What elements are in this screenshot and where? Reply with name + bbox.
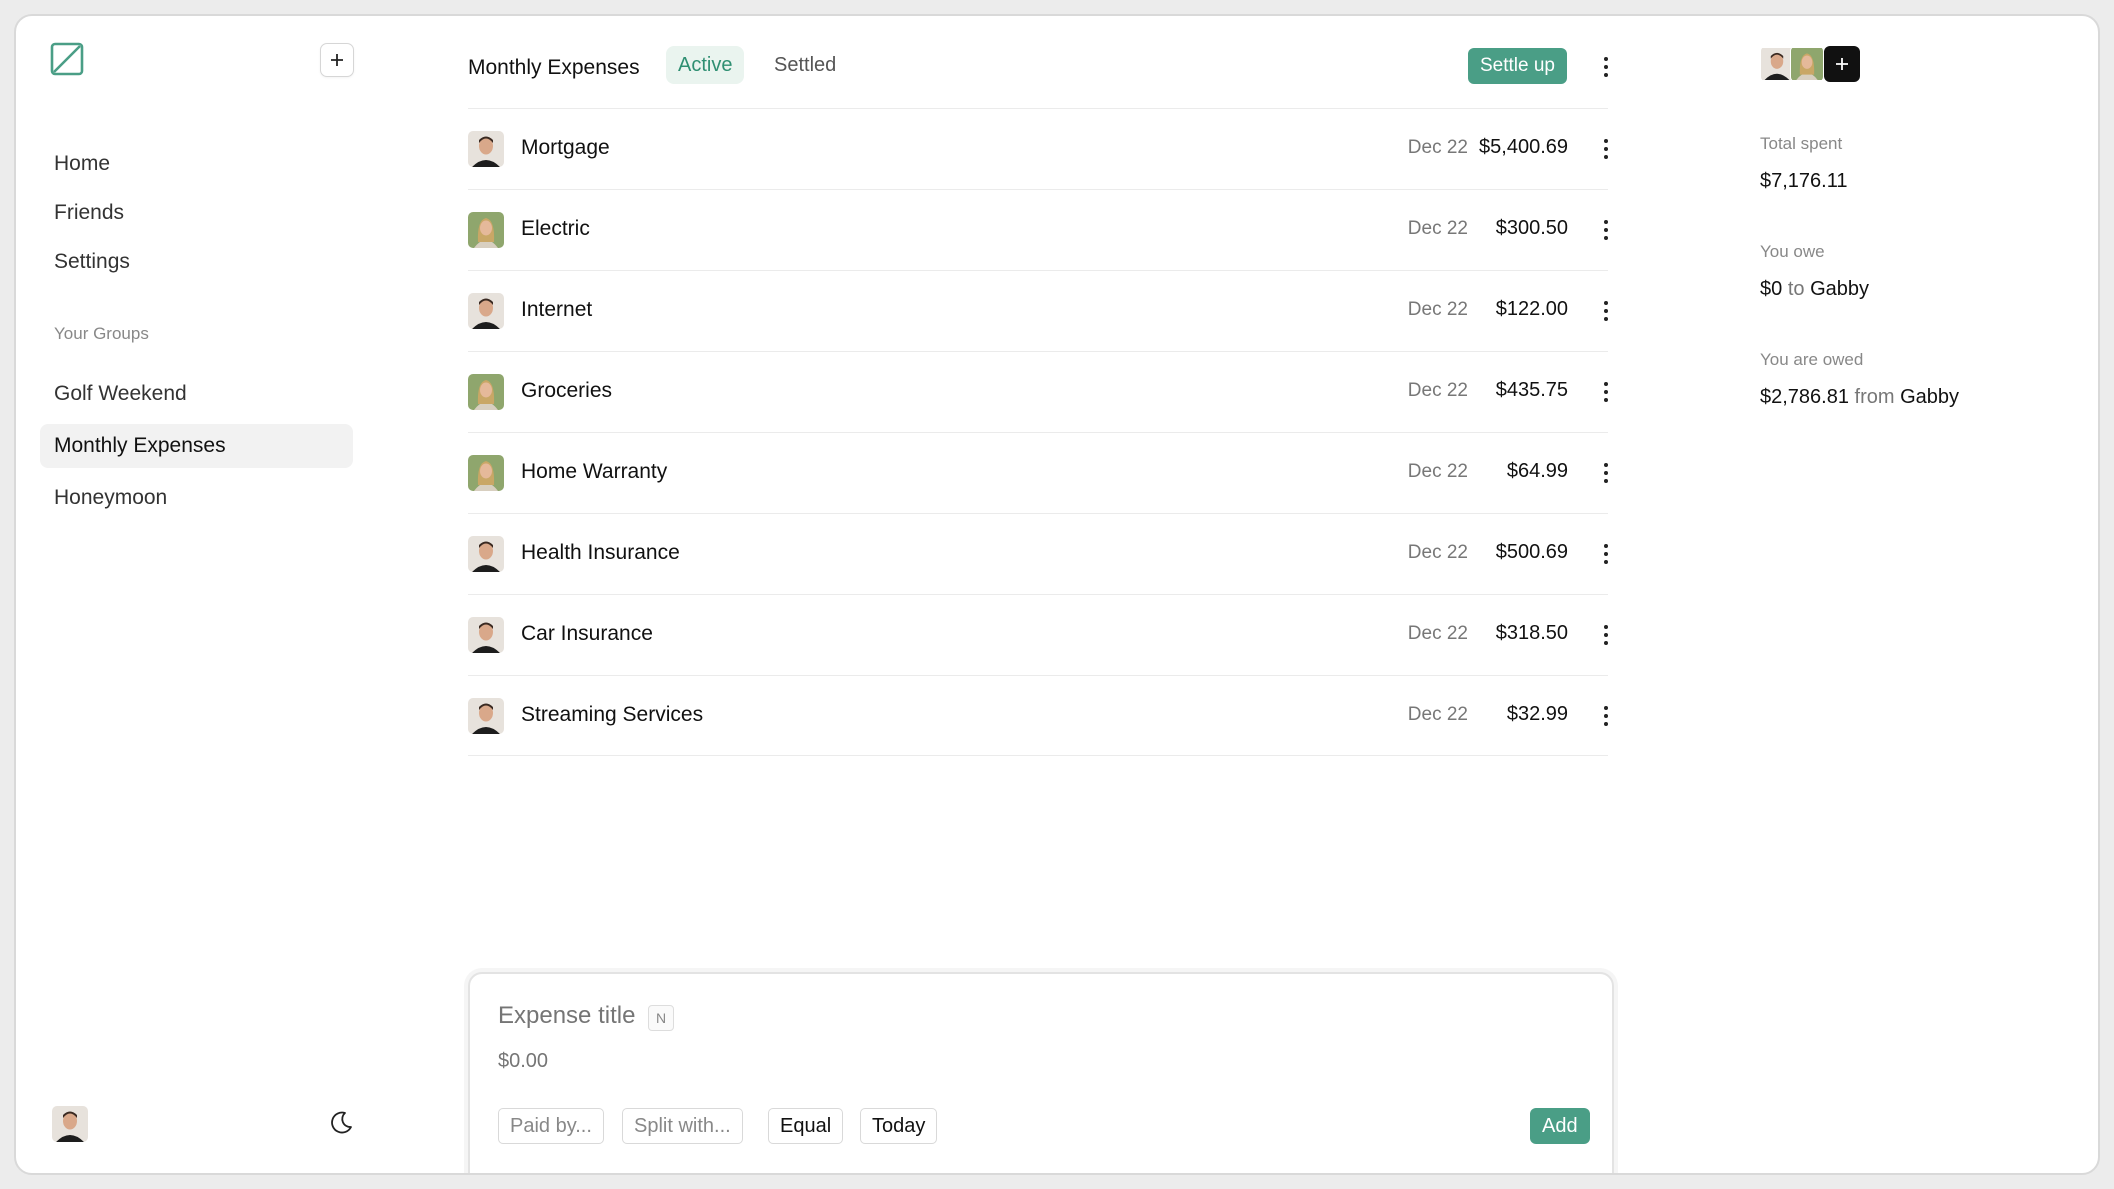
more-vertical-icon[interactable] [1596,375,1616,409]
payer-avatar [468,131,504,167]
moon-icon[interactable] [326,1108,356,1138]
expense-title: Internet [521,298,593,321]
you-are-owed-person: Gabby [1900,386,1960,408]
nav-home[interactable]: Home [40,142,353,186]
tab-settled[interactable]: Settled [762,46,848,84]
more-vertical-icon[interactable] [1596,294,1616,328]
more-vertical-icon[interactable] [1596,213,1616,247]
shortcut-hint: N [648,1005,674,1031]
expense-date: Dec 22 [1407,137,1468,158]
expense-date: Dec 22 [1407,218,1468,239]
more-vertical-icon[interactable] [1596,132,1616,166]
add-member-button[interactable] [1824,46,1860,82]
split-with-select[interactable]: Split with... [622,1108,743,1144]
expense-row[interactable]: Electric Dec 22 $300.50 [468,189,1608,270]
paid-by-select[interactable]: Paid by... [498,1108,604,1144]
add-expense-button[interactable]: Add [1530,1108,1590,1144]
expense-row[interactable]: Car Insurance Dec 22 $318.50 [468,594,1608,675]
payer-avatar [468,617,504,653]
expense-amount: $500.69 [1495,541,1568,563]
expense-amount: $32.99 [1506,703,1568,725]
payer-avatar [468,293,504,329]
you-are-owed-amount: $2,786.81 [1760,386,1849,408]
payer-avatar [468,212,504,248]
you-owe-label: You owe [1760,242,1825,261]
expense-title-input[interactable] [498,1002,648,1030]
group-honeymoon[interactable]: Honeymoon [40,476,353,520]
expense-row[interactable]: Home Warranty Dec 22 $64.99 [468,432,1608,513]
you-owe-connector: to [1787,278,1805,300]
more-vertical-icon[interactable] [1596,618,1616,652]
group-header: Monthly Expenses Active Settled Settle u… [468,46,1608,90]
payer-avatar [468,698,504,734]
expense-amount: $122.00 [1495,298,1568,320]
expense-date: Dec 22 [1407,542,1468,563]
more-vertical-icon[interactable] [1596,699,1616,733]
summary-panel: Total spent $7,176.11 You owe $0 to Gabb… [1760,16,2080,1173]
member-avatar[interactable] [1760,46,1794,82]
tab-active[interactable]: Active [666,46,745,84]
expense-title: Streaming Services [521,703,704,726]
avatar-man [52,1106,88,1142]
expense-amount-input[interactable] [498,1050,698,1073]
group-members [1760,46,1860,82]
plus-icon [331,54,343,66]
expense-amount: $318.50 [1495,622,1568,644]
expense-date: Dec 22 [1407,461,1468,482]
expense-title: Groceries [521,379,613,402]
split-mode-select[interactable]: Equal [768,1108,844,1144]
total-spent-label: Total spent [1760,134,1843,153]
you-owe-person: Gabby [1810,278,1869,300]
group-monthly-expenses[interactable]: Monthly Expenses [40,424,353,468]
payer-avatar [468,374,504,410]
you-owe-value: $0 to Gabby [1760,278,1869,301]
expense-date: Dec 22 [1407,380,1468,401]
expense-title: Mortgage [521,136,610,159]
expense-date: Dec 22 [1407,299,1468,320]
main-panel: Monthly Expenses Active Settled Settle u… [468,16,1618,1173]
payer-avatar [468,536,504,572]
you-are-owed-connector: from [1854,386,1895,408]
date-select[interactable]: Today [860,1108,938,1144]
member-avatar[interactable] [1790,46,1824,82]
expense-row[interactable]: Health Insurance Dec 22 $500.69 [468,513,1608,594]
expense-title: Car Insurance [521,622,653,645]
expense-row[interactable]: Groceries Dec 22 $435.75 [468,351,1608,432]
more-vertical-icon[interactable] [1596,537,1616,571]
more-vertical-icon[interactable] [1596,456,1616,490]
group-golf-weekend[interactable]: Golf Weekend [40,372,353,416]
settle-up-button[interactable]: Settle up [1468,48,1567,84]
expense-list: Mortgage Dec 22 $5,400.69 Electric Dec 22 $30… [468,108,1608,756]
expense-amount: $64.99 [1506,460,1568,482]
expense-title: Electric [521,217,590,240]
nav-settings[interactable]: Settings [40,240,353,284]
app-window: Home Friends Settings Your Groups Golf W… [14,14,2100,1175]
expense-amount: $300.50 [1495,217,1568,239]
expense-amount: $5,400.69 [1479,136,1568,158]
groups-heading: Your Groups [54,324,149,343]
expense-row[interactable]: Streaming Services Dec 22 $32.99 [468,675,1608,756]
expense-title: Health Insurance [521,541,680,564]
expense-row[interactable]: Internet Dec 22 $122.00 [468,270,1608,351]
you-are-owed-value: $2,786.81 from Gabby [1760,386,1959,409]
group-title: Monthly Expenses [468,56,640,79]
new-group-button[interactable] [320,43,354,77]
more-vertical-icon[interactable] [1596,50,1616,84]
expense-amount: $435.75 [1495,379,1568,401]
expense-composer: N Paid by... Split with... Equal Today A… [468,972,1614,1173]
logo-icon[interactable] [50,42,84,76]
nav-friends[interactable]: Friends [40,191,353,235]
user-avatar[interactable] [52,1106,88,1142]
you-are-owed-label: You are owed [1760,350,1864,369]
sidebar: Home Friends Settings Your Groups Golf W… [16,16,376,1173]
payer-avatar [468,455,504,491]
expense-row[interactable]: Mortgage Dec 22 $5,400.69 [468,108,1608,189]
plus-icon [1836,58,1848,70]
you-owe-amount: $0 [1760,278,1783,300]
expense-title: Home Warranty [521,460,668,483]
expense-date: Dec 22 [1407,704,1468,725]
total-spent-value: $7,176.11 [1760,170,1848,192]
expense-date: Dec 22 [1407,623,1468,644]
